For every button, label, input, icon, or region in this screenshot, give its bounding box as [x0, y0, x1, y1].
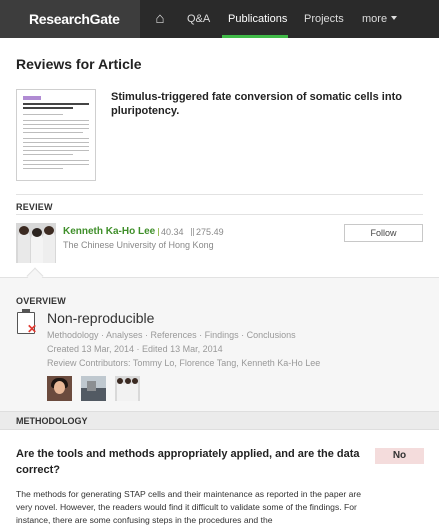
contributor-avatar[interactable] [81, 376, 106, 401]
avatar-figure-head [125, 378, 131, 384]
home-icon[interactable]: ⌂ [148, 0, 172, 38]
methodology-section-label: METHODOLOGY [16, 416, 88, 426]
reviewer-name[interactable]: Kenneth Ka-Ho Lee [63, 226, 155, 237]
overview-section-label: OVERVIEW [16, 296, 66, 306]
top-nav: ResearchGate ⌂ Q&A Publications Projects… [0, 0, 439, 38]
clipboard-clip [22, 309, 30, 313]
thumbnail-text-line [23, 150, 89, 151]
review-section-label: REVIEW [16, 202, 53, 212]
overview-dates: Created 13 Mar, 2014 · Edited 13 Mar, 20… [47, 344, 223, 354]
contributor-avatar[interactable] [47, 376, 72, 401]
avatar-figure [18, 231, 30, 263]
reviewer-stats: 40.34 275.49 [158, 227, 224, 237]
article-thumbnail[interactable] [16, 89, 96, 181]
avatar-figure-head [132, 378, 138, 384]
nav-item-qa[interactable]: Q&A [187, 0, 210, 38]
thumbnail-text-line [23, 114, 63, 115]
rg-score-icon [158, 228, 159, 236]
avatar-figure [43, 231, 55, 263]
impact-points-icon [191, 228, 195, 236]
overview-criteria: Methodology · Analyses · References · Fi… [47, 330, 296, 340]
thumbnail-text-line [23, 142, 89, 143]
avatar-figure [31, 233, 43, 263]
article-title[interactable]: Stimulus-triggered fate conversion of so… [111, 90, 411, 118]
avatar-figure [124, 382, 131, 401]
avatar-face [54, 381, 65, 394]
thumbnail-text-line [23, 120, 89, 121]
thumbnail-text-line [23, 154, 73, 155]
thumbnail-text-line [23, 132, 83, 133]
section-divider [16, 214, 423, 215]
nav-more-label: more [362, 13, 388, 25]
avatar-figure-head [19, 226, 29, 235]
x-mark: ✕ [27, 322, 38, 336]
researchgate-logo[interactable]: ResearchGate [0, 0, 140, 38]
avatar-figure-head [32, 228, 42, 237]
reviewer-institution[interactable]: The Chinese University of Hong Kong [63, 240, 214, 250]
thumbnail-text-line [23, 138, 89, 139]
rg-score: 40.34 [161, 227, 184, 237]
thumbnail-title-line [23, 103, 89, 105]
thumbnail-journal-mark [23, 96, 41, 100]
nav-item-publications[interactable]: Publications [228, 0, 287, 38]
answer-badge: No [375, 448, 424, 464]
methodology-question: Are the tools and methods appropriately … [16, 448, 360, 476]
follow-button[interactable]: Follow [344, 224, 423, 242]
avatar-figure-head [117, 378, 123, 384]
nav-item-projects[interactable]: Projects [304, 0, 344, 38]
thumbnail-text-line [23, 128, 89, 129]
avatar-figure [131, 382, 138, 401]
section-divider [16, 194, 423, 195]
overview-contributors: Review Contributors: Tommy Lo, Florence … [47, 358, 321, 368]
nav-item-more[interactable]: more [362, 0, 398, 38]
active-tab-indicator [222, 35, 288, 38]
thumbnail-text-line [23, 160, 89, 161]
thumbnail-text-line [23, 168, 63, 169]
overview-verdict: Non-reproducible [47, 310, 155, 326]
thumbnail-text-line [23, 146, 89, 147]
avatar-shape [87, 381, 96, 391]
page-title: Reviews for Article [16, 56, 142, 72]
methodology-header: METHODOLOGY [0, 411, 439, 430]
chevron-down-icon [391, 16, 398, 20]
thumbnail-text-line [23, 164, 89, 165]
thumbnail-text-line [23, 124, 89, 125]
clipboard-x-icon: ✕ [17, 309, 38, 336]
avatar-figure [117, 382, 124, 401]
thumbnail-title-line [23, 107, 73, 109]
methodology-body: The methods for generating STAP cells an… [16, 489, 362, 525]
reviewer-avatar[interactable] [16, 223, 56, 263]
contributor-avatar[interactable] [115, 376, 140, 401]
avatar-figure-head [44, 226, 54, 235]
impact-points: 275.49 [196, 227, 224, 237]
